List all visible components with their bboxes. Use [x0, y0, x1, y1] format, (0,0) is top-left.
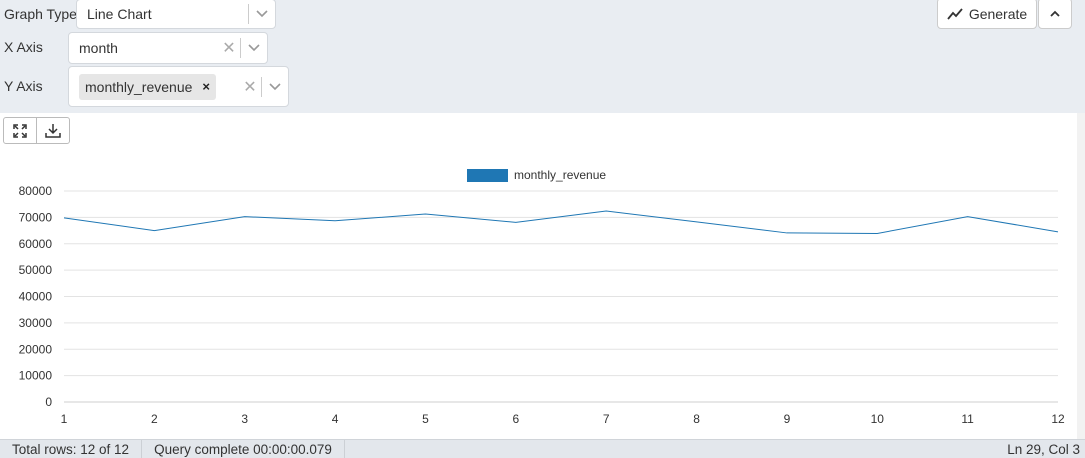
- y-tick-label: 10000: [19, 369, 53, 383]
- y-tick-label: 60000: [19, 237, 53, 251]
- total-rows: Total rows: 12 of 12: [0, 439, 143, 458]
- x-tick-label: 8: [693, 412, 700, 426]
- collapse-button[interactable]: [1038, 0, 1072, 29]
- chevron-up-icon: [1050, 10, 1060, 17]
- chart-grid: [64, 190, 1058, 403]
- y-tick-label: 30000: [19, 316, 53, 330]
- query-controls: Graph Type Line Chart X Axis month ✕ Y A…: [0, 0, 1085, 113]
- fullscreen-button[interactable]: [4, 118, 36, 143]
- y-tick-label: 80000: [19, 184, 53, 198]
- x-tick-label: 1: [61, 412, 68, 426]
- x-tick-label: 7: [603, 412, 610, 426]
- x-tick-label: 6: [512, 412, 519, 426]
- y-axis-values: monthly_revenue ×: [69, 73, 239, 100]
- vertical-scrollbar[interactable]: [1077, 113, 1085, 439]
- y-tick-label: 70000: [19, 210, 53, 224]
- graph-type-label: Graph Type: [4, 6, 77, 22]
- chart-legend: monthly_revenue: [467, 168, 606, 182]
- clear-icon[interactable]: ✕: [239, 77, 261, 97]
- chart-toolbar: [3, 117, 70, 144]
- x-axis-label: X Axis: [4, 39, 43, 55]
- chevron-down-icon[interactable]: [249, 10, 275, 18]
- generate-label: Generate: [968, 5, 1028, 22]
- line-chart-icon: [947, 7, 963, 20]
- x-tick-label: 9: [784, 412, 791, 426]
- x-tick-label: 4: [332, 412, 339, 426]
- x-tick-label: 2: [151, 412, 158, 426]
- download-button[interactable]: [36, 118, 69, 143]
- cursor-position: Ln 29, Col 3: [1007, 441, 1080, 457]
- chevron-down-icon[interactable]: [262, 82, 288, 91]
- download-icon: [45, 123, 61, 138]
- x-tick-label: 3: [241, 412, 248, 426]
- y-axis-select[interactable]: monthly_revenue × ✕: [68, 66, 289, 107]
- y-tick-label: 50000: [19, 263, 53, 277]
- graph-type-value: Line Chart: [87, 6, 152, 22]
- graph-type-select[interactable]: Line Chart: [76, 0, 276, 29]
- clear-icon[interactable]: ✕: [218, 38, 240, 58]
- query-status: Query complete 00:00:00.079: [142, 439, 345, 458]
- x-axis-value: month: [79, 40, 118, 56]
- status-bar: Total rows: 12 of 12 Query complete 00:0…: [0, 439, 1085, 458]
- x-tick-label: 11: [961, 412, 974, 426]
- remove-chip-icon[interactable]: ×: [202, 79, 210, 94]
- legend-label: monthly_revenue: [514, 168, 606, 182]
- y-axis-label: Y Axis: [4, 78, 43, 94]
- y-tick-label: 40000: [19, 290, 53, 304]
- y-axis-chip: monthly_revenue ×: [79, 73, 216, 100]
- y-axis-ticks: 0 10000 20000 30000 40000 50000 60000 70000 8000…: [19, 184, 53, 409]
- line-chart: 0 10000 20000 30000 40000 50000 60000 70000 8000…: [19, 168, 1065, 426]
- expand-icon: [13, 123, 27, 138]
- y-tick-label: 20000: [19, 342, 53, 356]
- y-axis-chip-label: monthly_revenue: [85, 78, 193, 95]
- x-tick-label: 5: [422, 412, 429, 426]
- legend-swatch: [467, 169, 508, 182]
- x-tick-label: 12: [1051, 412, 1065, 426]
- generate-button[interactable]: Generate: [937, 0, 1037, 29]
- x-tick-label: 10: [871, 412, 885, 426]
- chevron-down-icon[interactable]: [241, 44, 267, 52]
- chart-series: [63, 210, 1059, 234]
- x-axis-ticks: 1 2 3 4 5 6 7 8 9 10 11 12: [61, 412, 1065, 426]
- y-tick-label: 0: [45, 395, 52, 409]
- series-line-monthly_revenue: [63, 210, 1059, 234]
- x-axis-select[interactable]: month ✕: [68, 32, 268, 64]
